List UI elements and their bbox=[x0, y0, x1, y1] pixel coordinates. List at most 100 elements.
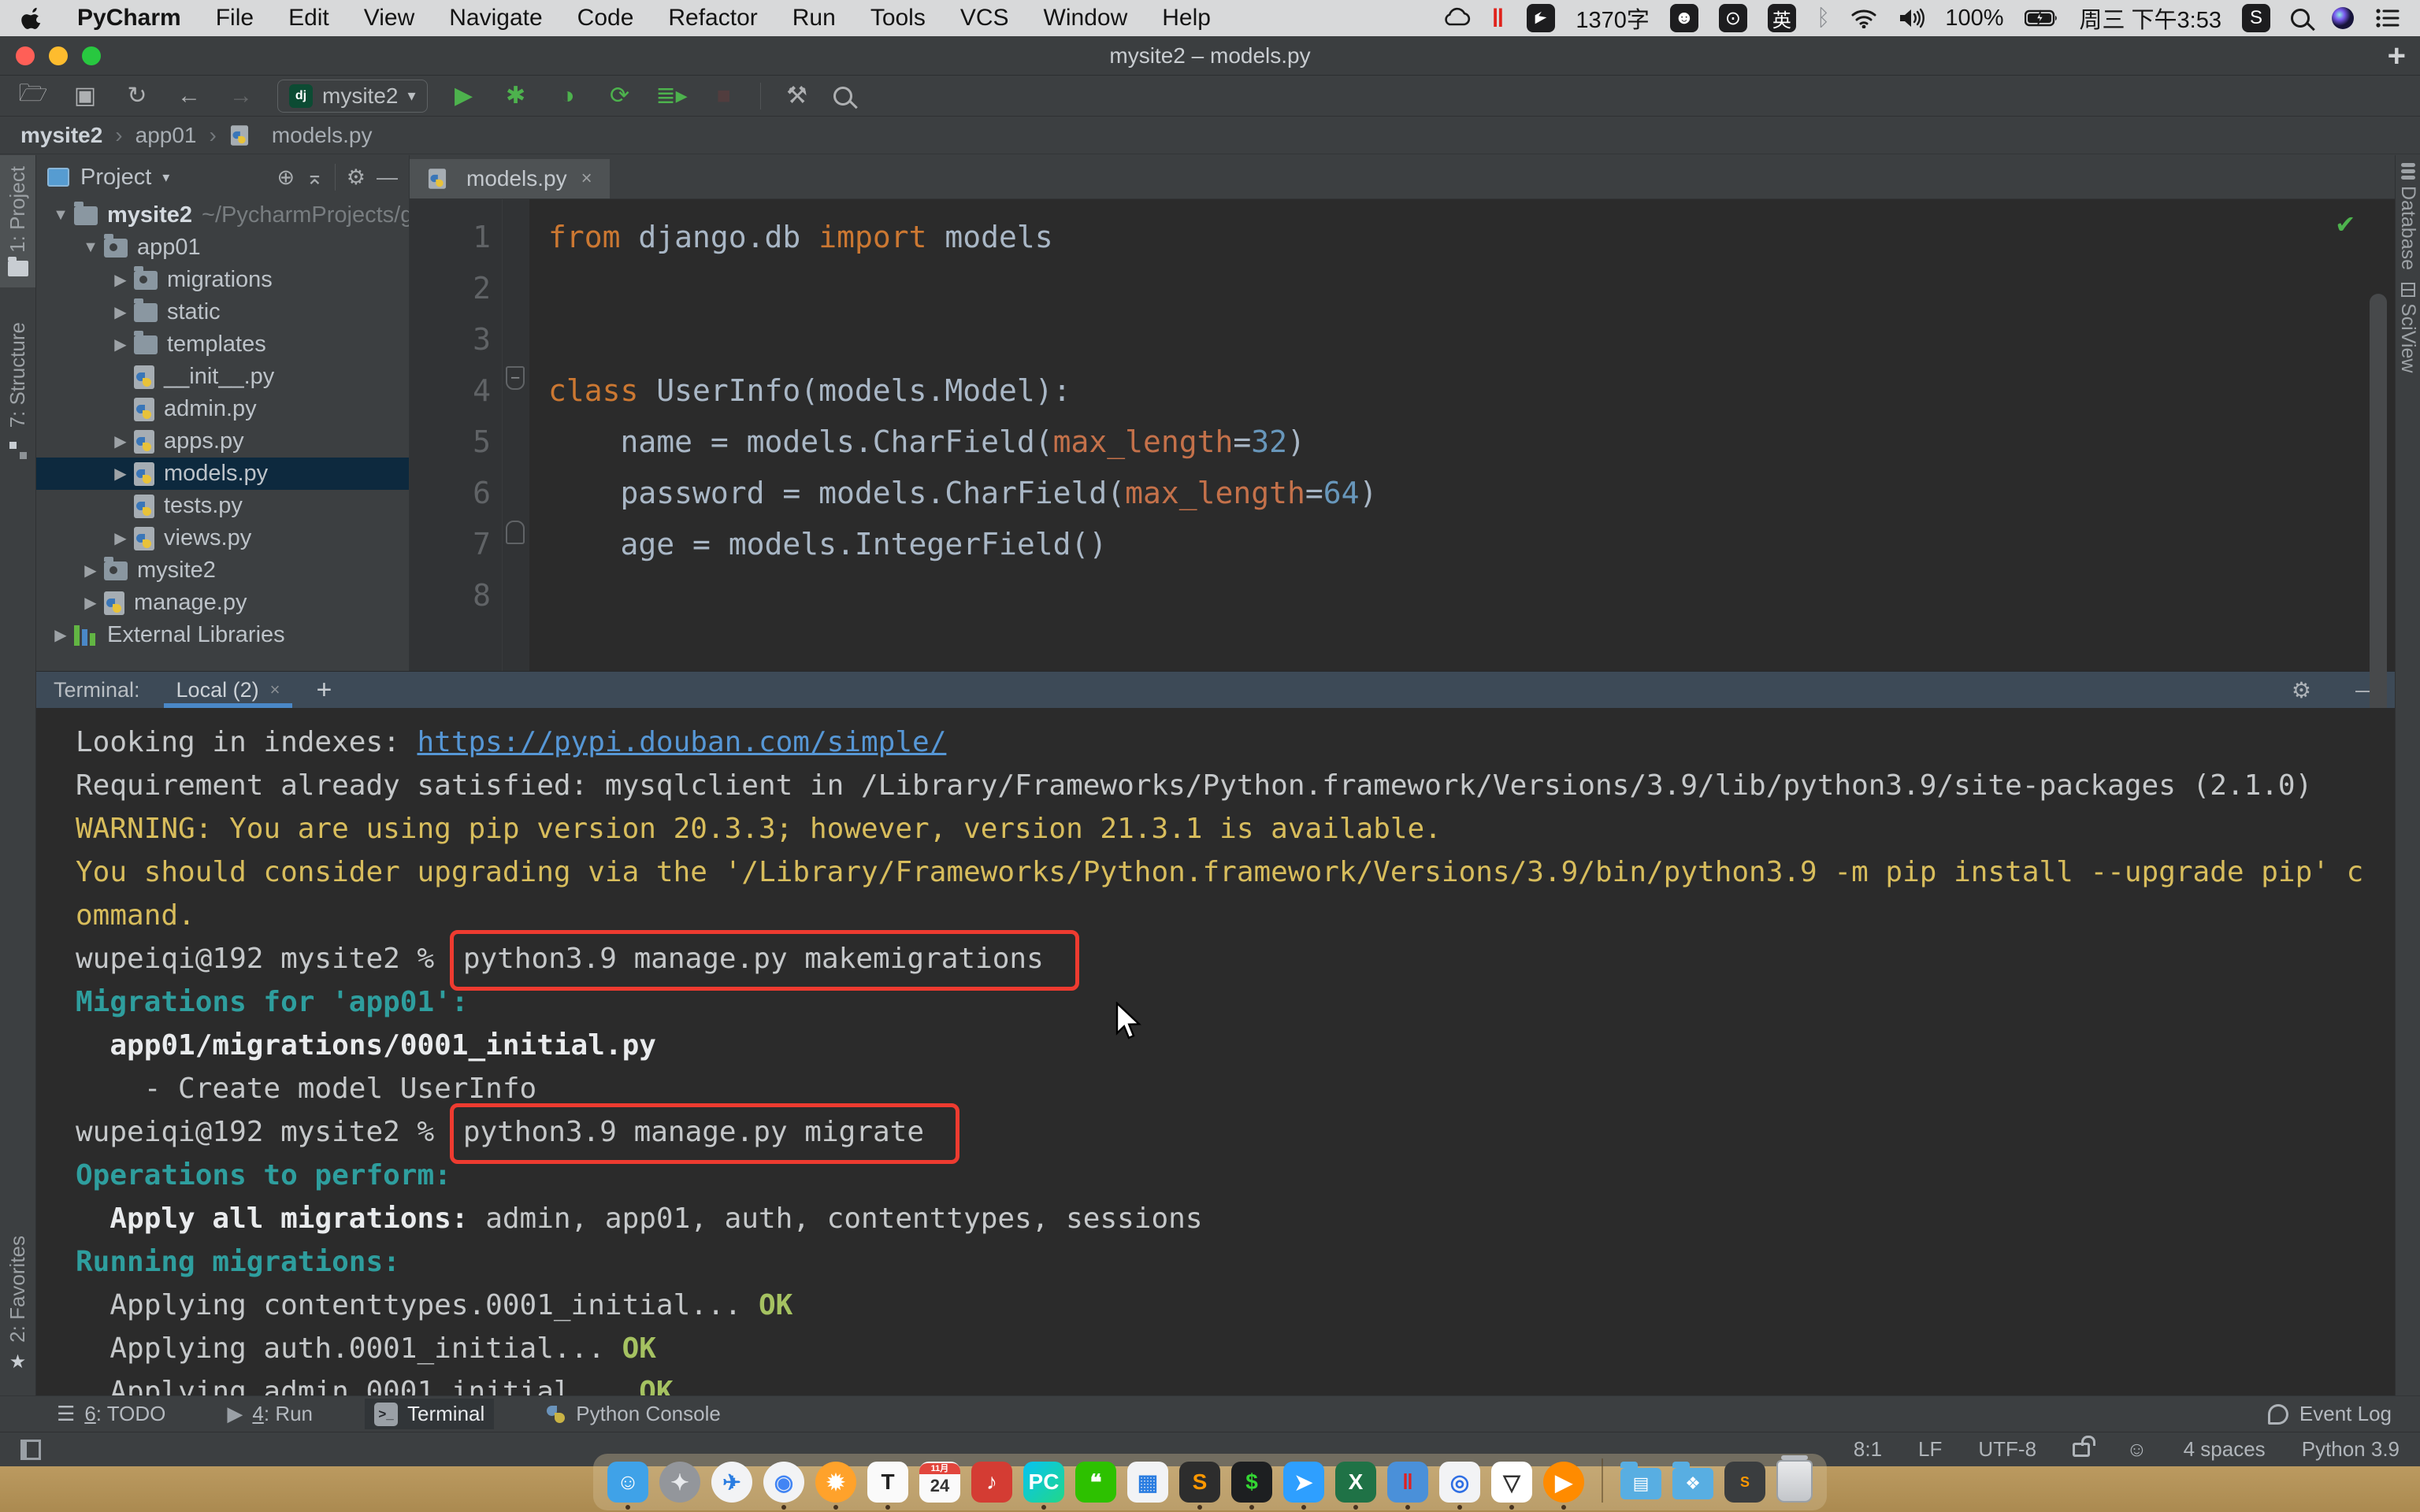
new-terminal-session-icon[interactable]: + bbox=[316, 675, 332, 706]
dock-icon-sublime-text[interactable]: S bbox=[1179, 1462, 1220, 1503]
dock-icon-netease-music[interactable]: ♪ bbox=[971, 1462, 1012, 1503]
event-log-button[interactable]: Event Log bbox=[2268, 1402, 2420, 1426]
dock-icon-finder[interactable]: ☺ bbox=[607, 1462, 648, 1503]
dock-icon-pycharm[interactable]: PC bbox=[1023, 1462, 1064, 1503]
tree-expand-arrow[interactable]: ▶ bbox=[107, 335, 134, 354]
dock-icon-launchpad[interactable]: ✦ bbox=[659, 1462, 700, 1503]
run-profiler-button[interactable]: ≣▸ bbox=[656, 82, 688, 109]
code-line-8[interactable] bbox=[548, 570, 1377, 621]
dock-icon-orange-tv[interactable]: ▶ bbox=[1543, 1462, 1584, 1503]
tab-models-py[interactable]: models.py × bbox=[410, 159, 610, 198]
rail-favorites-button[interactable]: 2: Favorites ★ bbox=[0, 1225, 35, 1384]
wrench-settings-icon[interactable]: ⚒ bbox=[781, 82, 813, 109]
toolwindow-run[interactable]: ▶ 4: Run bbox=[217, 1399, 322, 1429]
tree-item-mysite2[interactable]: ▼mysite2~/PycharmProjects/gx bbox=[36, 199, 409, 232]
dock-icon-sunlogin[interactable]: ◎ bbox=[1439, 1462, 1480, 1503]
fold-start-marker[interactable]: − bbox=[506, 366, 525, 390]
rail-structure-button[interactable]: 7: Structure bbox=[0, 311, 35, 470]
file-encoding[interactable]: UTF-8 bbox=[1978, 1437, 2036, 1462]
line-number[interactable]: 1 bbox=[410, 212, 491, 263]
close-tab-icon[interactable]: × bbox=[581, 168, 592, 190]
tree-item-migrations[interactable]: ▶migrations bbox=[36, 264, 409, 296]
menubar-clock[interactable]: 周三 下午3:53 bbox=[2080, 2, 2222, 35]
dock-trash[interactable] bbox=[1776, 1460, 1813, 1503]
code-content[interactable]: from django.db import models class UserI… bbox=[529, 199, 1377, 671]
hide-panel-icon[interactable]: — bbox=[377, 165, 398, 190]
bluetooth-icon[interactable]: ᛒ bbox=[1817, 6, 1830, 32]
dock-icon-typora[interactable]: T bbox=[867, 1462, 908, 1503]
run-button[interactable]: ▶ bbox=[448, 82, 480, 109]
save-all-icon[interactable]: ▣ bbox=[69, 82, 101, 109]
cloud-sync-icon[interactable] bbox=[1442, 7, 1471, 29]
siri-icon[interactable] bbox=[2330, 6, 2355, 31]
rail-sciview-button[interactable]: SciView bbox=[2396, 270, 2419, 372]
debug-button[interactable]: ✱ bbox=[500, 82, 532, 109]
tree-item-templates[interactable]: ▶templates bbox=[36, 328, 409, 361]
tree-expand-arrow[interactable]: ▶ bbox=[107, 270, 134, 290]
dock-icon-firefox[interactable]: ✹ bbox=[815, 1462, 856, 1503]
input-language-badge[interactable]: 英 bbox=[1768, 4, 1796, 32]
window-titlebar[interactable]: mysite2 – models.py + bbox=[0, 36, 2420, 76]
apple-menu-icon[interactable] bbox=[20, 5, 47, 32]
rail-project-button[interactable]: 1: Project bbox=[0, 155, 35, 287]
code-line-7[interactable]: age = models.IntegerField() bbox=[548, 519, 1377, 570]
forward-arrow-icon[interactable]: → bbox=[225, 83, 257, 109]
readonly-lock-icon[interactable] bbox=[2073, 1443, 2090, 1457]
tree-item-external-libraries[interactable]: ▶External Libraries bbox=[36, 619, 409, 651]
dock-icon-safari[interactable]: ✈ bbox=[711, 1462, 752, 1503]
tree-expand-arrow[interactable]: ▶ bbox=[107, 432, 134, 451]
battery-icon[interactable] bbox=[2025, 9, 2059, 28]
tree-expand-arrow[interactable]: ▶ bbox=[107, 464, 134, 484]
dock-icon-calendar[interactable]: 11月24 bbox=[919, 1462, 960, 1503]
rerun-button[interactable]: ⟳ bbox=[604, 82, 636, 109]
menu-window[interactable]: Window bbox=[1044, 5, 1128, 32]
hector-inspector-icon[interactable]: ☺ bbox=[2126, 1437, 2147, 1462]
dock-icon-chrome[interactable]: ◉ bbox=[763, 1462, 804, 1503]
tree-item-views-py[interactable]: ▶views.py bbox=[36, 522, 409, 554]
terminal-tab-local[interactable]: Local (2) × bbox=[164, 672, 293, 708]
emoji-input-icon[interactable]: ☻ bbox=[1670, 4, 1698, 32]
tree-item-tests-py[interactable]: tests.py bbox=[36, 490, 409, 522]
code-line-1[interactable]: from django.db import models bbox=[548, 212, 1377, 263]
close-terminal-tab-icon[interactable]: × bbox=[270, 680, 280, 700]
indent-setting[interactable]: 4 spaces bbox=[2184, 1437, 2266, 1462]
control-center-list-icon[interactable] bbox=[2376, 8, 2400, 28]
menu-navigate[interactable]: Navigate bbox=[449, 5, 542, 32]
dock-windows-folder[interactable]: ❖ bbox=[1672, 1468, 1713, 1499]
menu-tools[interactable]: Tools bbox=[870, 5, 926, 32]
toolwindow-switcher-icon[interactable] bbox=[20, 1440, 41, 1460]
dock-icon-keynote[interactable]: ▦ bbox=[1127, 1462, 1168, 1503]
menu-run[interactable]: Run bbox=[792, 5, 836, 32]
back-arrow-icon[interactable]: ← bbox=[173, 83, 205, 109]
menu-code[interactable]: Code bbox=[577, 5, 634, 32]
breadcrumb-mysite2[interactable]: mysite2 bbox=[20, 123, 102, 148]
sync-refresh-icon[interactable]: ↻ bbox=[121, 82, 153, 109]
dock-icon-terminal-app[interactable]: $ bbox=[1231, 1462, 1272, 1503]
recording-pause-icon[interactable]: ‖ bbox=[1491, 4, 1506, 33]
line-number[interactable]: 3 bbox=[410, 314, 491, 365]
menu-view[interactable]: View bbox=[364, 5, 414, 32]
input-method-bird-icon[interactable] bbox=[1527, 4, 1555, 32]
project-settings-gear-icon[interactable]: ⚙ bbox=[347, 165, 366, 190]
search-everywhere-icon[interactable] bbox=[833, 87, 852, 106]
tree-expand-arrow[interactable]: ▶ bbox=[107, 528, 134, 548]
tree-item-apps-py[interactable]: ▶apps.py bbox=[36, 425, 409, 458]
menu-file[interactable]: File bbox=[216, 5, 254, 32]
dock-icon-wechat[interactable]: ❝ bbox=[1075, 1462, 1116, 1503]
toolwindow-python-console[interactable]: Python Console bbox=[536, 1399, 730, 1429]
wifi-icon[interactable] bbox=[1850, 8, 1877, 28]
toolwindow-terminal[interactable]: >_ Terminal bbox=[365, 1399, 494, 1429]
s-app-badge[interactable]: S bbox=[2242, 4, 2270, 32]
line-separator[interactable]: LF bbox=[1918, 1437, 1942, 1462]
toolwindow-todo[interactable]: ☰ 6: TODO bbox=[47, 1399, 175, 1429]
tree-item--init-py[interactable]: __init__.py bbox=[36, 361, 409, 393]
dock-documents-folder[interactable]: ▤ bbox=[1620, 1468, 1661, 1499]
tree-item-mysite2[interactable]: ▶mysite2 bbox=[36, 554, 409, 587]
tree-expand-arrow[interactable]: ▼ bbox=[47, 206, 74, 224]
menu-help[interactable]: Help bbox=[1162, 5, 1211, 32]
volume-icon[interactable] bbox=[1898, 8, 1924, 28]
editor-gutter[interactable]: 12345678 bbox=[410, 199, 503, 671]
tree-expand-arrow[interactable]: ▶ bbox=[77, 561, 104, 580]
tree-item-models-py[interactable]: ▶models.py bbox=[36, 458, 409, 490]
project-view-selector[interactable]: Project bbox=[80, 165, 151, 191]
